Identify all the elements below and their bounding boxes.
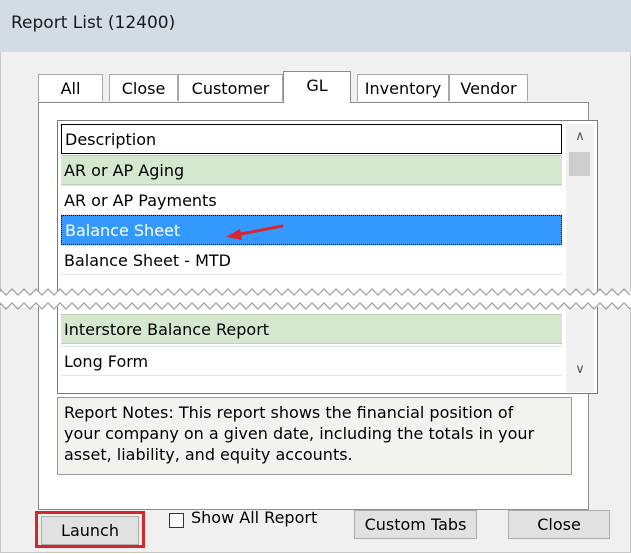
show-all-report-checkbox[interactable]	[169, 513, 184, 528]
list-item[interactable]: AR or AP Payments	[61, 185, 562, 215]
tab-customer[interactable]: Customer	[178, 74, 283, 101]
chevron-up-icon[interactable]: ∧	[570, 126, 590, 146]
list-item-label: Balance Sheet	[65, 221, 181, 240]
report-list[interactable]: Description AR or AP Aging AR or AP Paym…	[57, 120, 598, 394]
show-all-report-label[interactable]: Show All Report	[191, 508, 317, 527]
vertical-scrollbar[interactable]: ∧ ∨	[566, 124, 594, 392]
column-header-description[interactable]: Description	[61, 124, 562, 154]
tab-all[interactable]: All	[38, 74, 103, 101]
tab-inventory[interactable]: Inventory	[357, 74, 449, 101]
arrow-annotation	[226, 224, 284, 240]
window-title: Report List (12400)	[11, 13, 176, 33]
tab-gl[interactable]: GL	[283, 71, 351, 103]
tab-vendor[interactable]: Vendor	[449, 74, 528, 101]
torn-edge-divider	[0, 288, 631, 310]
list-item[interactable]: Interstore Balance Report	[61, 314, 562, 344]
notes-line: Report Notes: This report shows the fina…	[64, 403, 514, 422]
tab-close[interactable]: Close	[109, 74, 178, 101]
chevron-down-icon[interactable]: ∨	[570, 359, 590, 379]
notes-line: asset, liability, and equity accounts.	[64, 445, 353, 464]
title-bar: Report List (12400)	[0, 0, 631, 53]
notes-line: your company on a given date, including …	[64, 424, 535, 443]
launch-button[interactable]: Launch	[41, 516, 139, 545]
scrollbar-thumb[interactable]	[569, 152, 590, 176]
custom-tabs-button[interactable]: Custom Tabs	[354, 510, 477, 539]
report-notes: Report Notes: This report shows the fina…	[57, 397, 572, 475]
list-item[interactable]: AR or AP Aging	[61, 155, 562, 185]
list-item-selected[interactable]: Balance Sheet	[61, 215, 562, 245]
close-button[interactable]: Close	[508, 510, 610, 539]
launch-label: Launch	[61, 521, 119, 540]
list-item[interactable]: Long Form	[61, 346, 562, 376]
list-item[interactable]: Balance Sheet - MTD	[61, 245, 562, 275]
